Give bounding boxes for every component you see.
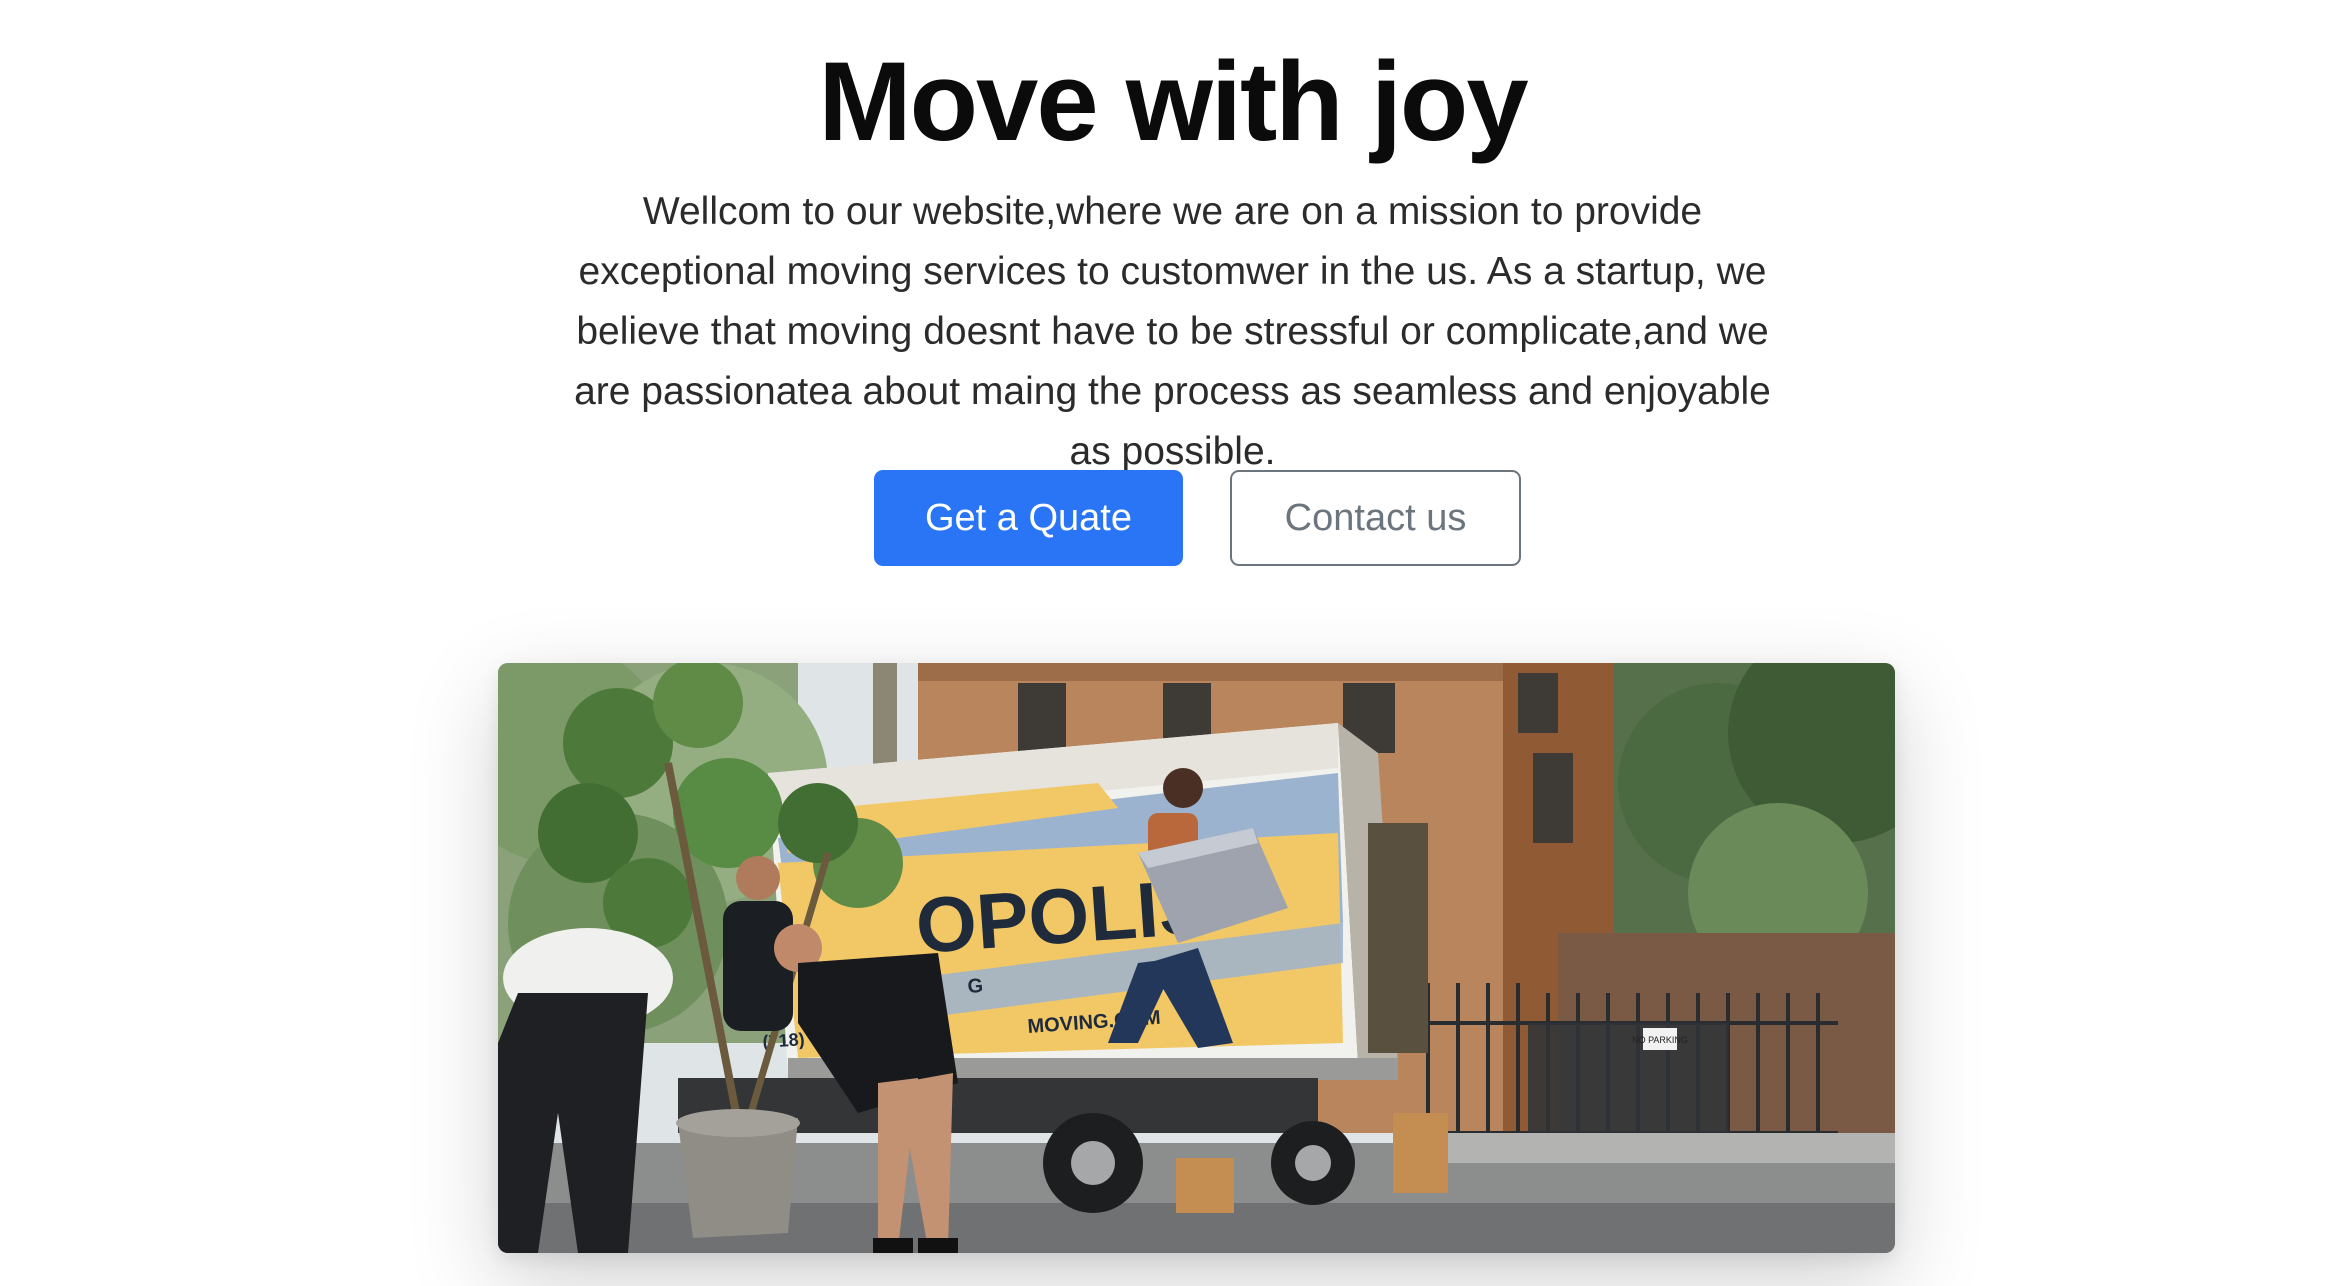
truck-sub-text: G [967,975,984,998]
hero-title: Move with joy [818,39,1528,164]
contact-us-button[interactable]: Contact us [1230,470,1521,566]
hero-lead-text: Wellcom to our website,where we are on a… [574,190,1771,473]
no-parking-sign: NO PARKING [1632,1035,1688,1045]
landing-page: Move with joy Wellcom to our website,whe… [0,0,2345,1286]
get-quote-button[interactable]: Get a Quate [874,470,1183,566]
hero-image: NO PARKING OPOLIS G (718) 7 520 • M MOVI… [498,663,1895,1253]
